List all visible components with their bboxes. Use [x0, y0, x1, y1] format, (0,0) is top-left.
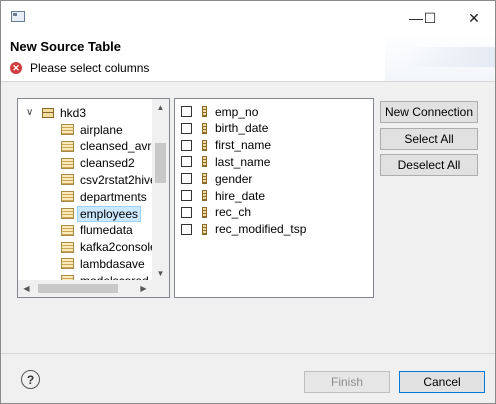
- column-icon: [202, 223, 207, 235]
- title-bar: — ☐ ✕: [1, 1, 495, 33]
- deselect-all-button[interactable]: Deselect All: [380, 154, 478, 176]
- table-icon: [61, 140, 74, 152]
- column-row[interactable]: rec_ch: [181, 204, 251, 221]
- column-name: rec_ch: [215, 205, 252, 220]
- tree-item[interactable]: cleansed_avro: [61, 138, 158, 155]
- column-checkbox[interactable]: [181, 106, 192, 117]
- scroll-up-icon[interactable]: ▲: [152, 99, 169, 116]
- column-name: birth_date: [215, 121, 269, 136]
- column-name: gender: [215, 171, 253, 186]
- tree-item-label: airplane: [80, 122, 123, 137]
- column-name: first_name: [215, 138, 272, 153]
- tree-vertical-scrollbar[interactable]: ▲ ▼: [152, 99, 169, 282]
- column-icon: [202, 190, 207, 201]
- column-name: hire_date: [215, 188, 266, 203]
- tree-item-label: departments: [80, 189, 147, 204]
- column-row[interactable]: last_name: [181, 153, 270, 170]
- tree-item[interactable]: employees: [61, 205, 142, 222]
- tree-item[interactable]: csv2rstat2hive: [61, 171, 157, 188]
- column-name: emp_no: [215, 104, 259, 119]
- select-all-button[interactable]: Select All: [380, 128, 478, 150]
- tree-item[interactable]: lambdasave: [61, 255, 145, 272]
- dialog-window: — ☐ ✕ New Source Table ✕ Please select c…: [0, 0, 496, 404]
- tree-item-label: employees: [77, 205, 142, 222]
- column-row[interactable]: first_name: [181, 137, 271, 154]
- column-icon: [202, 122, 207, 134]
- table-icon: [61, 191, 74, 203]
- column-icon: [202, 173, 207, 185]
- table-icon: [61, 124, 74, 135]
- column-checkbox[interactable]: [181, 122, 192, 134]
- column-row[interactable]: birth_date: [181, 120, 268, 137]
- column-row[interactable]: hire_date: [181, 187, 265, 204]
- finish-button[interactable]: Finish: [304, 371, 390, 393]
- column-row[interactable]: rec_modified_tsp: [181, 221, 306, 238]
- database-icon: [42, 107, 54, 118]
- table-icon: [61, 208, 74, 219]
- tree-root-hkd3[interactable]: ∨ hkd3: [26, 104, 86, 121]
- header-banner: [385, 33, 495, 81]
- column-icon: [202, 106, 207, 117]
- scroll-left-icon[interactable]: ◀: [18, 280, 35, 297]
- status-text: Please select columns: [30, 61, 150, 75]
- tree-item[interactable]: departments: [61, 188, 147, 205]
- horizontal-scroll-thumb[interactable]: [38, 284, 118, 293]
- tree-item-label: lambdasave: [80, 256, 145, 271]
- column-checkbox[interactable]: [181, 190, 192, 201]
- dialog-title: New Source Table: [10, 39, 122, 54]
- help-icon[interactable]: ?: [21, 370, 40, 389]
- close-button[interactable]: ✕: [458, 7, 490, 29]
- tree-item-label: csv2rstat2hive: [80, 172, 157, 187]
- tree-item-label: kafka2console: [80, 240, 157, 255]
- tree-item[interactable]: airplane: [61, 121, 123, 138]
- dialog-footer: ? Finish Cancel: [1, 354, 495, 403]
- column-checkbox[interactable]: [181, 139, 192, 151]
- tree-horizontal-scrollbar[interactable]: ◀ ▶: [18, 280, 169, 297]
- dialog-header: New Source Table ✕ Please select columns: [1, 33, 495, 81]
- tree-item[interactable]: kafka2console: [61, 239, 157, 256]
- table-icon: [61, 174, 74, 186]
- table-icon: [61, 241, 74, 253]
- column-row[interactable]: gender: [181, 170, 252, 187]
- tree-item-label: cleansed2: [80, 156, 135, 171]
- maximize-button[interactable]: ☐: [414, 7, 446, 29]
- tree-item[interactable]: cleansed2: [61, 155, 135, 172]
- tree-item[interactable]: flumedata: [61, 222, 133, 239]
- table-tree[interactable]: ∨ hkd3 airplane cleansed_avro cleansed2 csv…: [17, 98, 170, 298]
- table-icon: [61, 224, 74, 236]
- dialog-content: ∨ hkd3 airplane cleansed_avro cleansed2 csv…: [1, 82, 495, 353]
- column-row[interactable]: emp_no: [181, 103, 258, 120]
- column-icon: [202, 156, 207, 168]
- column-list: emp_no birth_date first_name last_namegende…: [174, 98, 374, 298]
- column-icon: [202, 139, 207, 151]
- chevron-down-icon[interactable]: ∨: [26, 107, 36, 118]
- cancel-button[interactable]: Cancel: [399, 371, 485, 393]
- column-checkbox[interactable]: [181, 173, 192, 185]
- table-icon: [61, 258, 74, 270]
- tree-item-label: flumedata: [80, 223, 133, 238]
- column-name: last_name: [215, 154, 271, 169]
- column-checkbox[interactable]: [181, 206, 192, 218]
- table-icon: [61, 157, 74, 169]
- scroll-right-icon[interactable]: ▶: [135, 280, 152, 297]
- tree-item-label: cleansed_avro: [80, 139, 159, 154]
- new-connection-button[interactable]: New Connection: [380, 101, 478, 123]
- column-icon: [202, 206, 207, 218]
- column-checkbox[interactable]: [181, 223, 192, 235]
- tree-root-label: hkd3: [60, 105, 87, 120]
- window-icon: [11, 11, 25, 22]
- error-icon: ✕: [10, 62, 22, 74]
- status-message: ✕ Please select columns: [10, 61, 149, 75]
- column-name: rec_modified_tsp: [215, 222, 307, 237]
- scroll-thumb[interactable]: [155, 143, 166, 183]
- column-checkbox[interactable]: [181, 156, 192, 168]
